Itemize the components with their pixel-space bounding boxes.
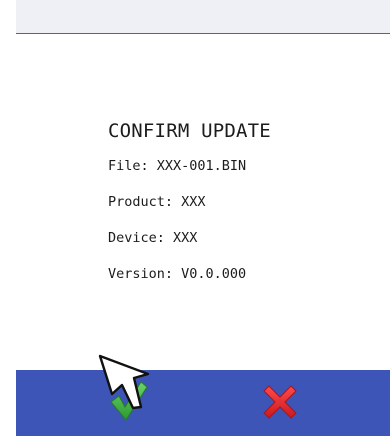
dialog-title: CONFIRM UPDATE [108,120,271,142]
green-check-icon [110,381,148,421]
file-info: File: XXX-001.BIN [108,158,247,174]
cancel-button[interactable] [260,382,300,422]
confirm-button[interactable] [108,376,148,422]
confirm-update-dialog: CONFIRM UPDATE File: XXX-001.BIN Product… [108,118,378,301]
header-bar [16,0,390,34]
red-x-icon [263,385,297,419]
update-screen: CONFIRM UPDATE File: XXX-001.BIN Product… [16,0,390,436]
action-bar [16,370,390,436]
device-info: Device: XXX [108,230,198,246]
version-info: Version: V0.0.000 [108,266,247,282]
product-info: Product: XXX [108,194,206,210]
